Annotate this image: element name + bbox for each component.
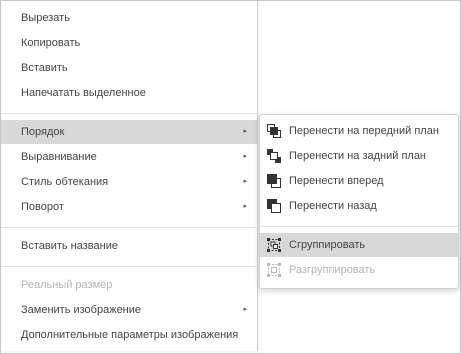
send-to-back-icon xyxy=(267,149,281,163)
menu-item-label: Заменить изображение xyxy=(21,304,142,316)
submenu-item-label: Перенести вперед xyxy=(289,175,384,187)
ungroup-icon xyxy=(267,263,281,277)
menu-item-label: Реальный размер xyxy=(21,279,113,291)
menu-item-label: Выравнивание xyxy=(21,151,97,163)
submenu-item-label: Перенести назад xyxy=(289,200,377,212)
submenu-item-send-backward[interactable]: Перенести назад xyxy=(260,194,458,218)
submenu-item-send-to-back[interactable]: Перенести на задний план xyxy=(260,144,458,168)
menu-item-replace-image[interactable]: Заменить изображение ▸ xyxy=(1,298,257,322)
menu-item-image-advanced-settings[interactable]: Дополнительные параметры изображения xyxy=(1,323,257,347)
menu-item-label: Поворот xyxy=(21,201,64,213)
submenu-item-bring-forward[interactable]: Перенести вперед xyxy=(260,169,458,193)
submenu-item-label: Перенести на передний план xyxy=(289,125,439,137)
submenu-arrow-icon: ▸ xyxy=(243,178,247,185)
send-backward-icon xyxy=(267,199,281,213)
menu-separator xyxy=(1,266,257,267)
bring-forward-icon xyxy=(267,174,281,188)
menu-item-label: Копировать xyxy=(21,37,81,49)
menu-item-copy[interactable]: Копировать xyxy=(1,31,257,55)
menu-item-align[interactable]: Выравнивание ▸ xyxy=(1,145,257,169)
submenu-arrow-icon: ▸ xyxy=(243,153,247,160)
menu-separator xyxy=(1,113,257,114)
submenu-item-group[interactable]: Сгруппировать xyxy=(260,233,458,257)
menu-item-label: Вставить xyxy=(21,62,68,74)
submenu-item-label: Перенести на задний план xyxy=(289,150,427,162)
arrange-submenu: Перенести на передний план Перенести на … xyxy=(259,114,459,289)
menu-item-label: Вставить название xyxy=(21,240,118,252)
menu-item-insert-caption[interactable]: Вставить название xyxy=(1,234,257,258)
menu-item-label: Стиль обтекания xyxy=(21,176,109,188)
submenu-separator xyxy=(260,226,458,227)
menu-item-rotate[interactable]: Поворот ▸ xyxy=(1,195,257,219)
submenu-arrow-icon: ▸ xyxy=(243,128,247,135)
menu-item-label: Вырезать xyxy=(21,12,70,24)
menu-item-paste[interactable]: Вставить xyxy=(1,56,257,80)
menu-separator xyxy=(1,227,257,228)
submenu-item-bring-to-front[interactable]: Перенести на передний план xyxy=(260,119,458,143)
menu-item-arrange[interactable]: Порядок ▸ xyxy=(1,120,257,144)
submenu-arrow-icon: ▸ xyxy=(243,306,247,313)
menu-item-actual-size: Реальный размер xyxy=(1,273,257,297)
submenu-item-label: Разгруппировать xyxy=(289,264,376,276)
menu-item-wrapping-style[interactable]: Стиль обтекания ▸ xyxy=(1,170,257,194)
submenu-item-label: Сгруппировать xyxy=(289,239,366,251)
menu-item-label: Порядок xyxy=(21,126,65,138)
menu-item-label: Дополнительные параметры изображения xyxy=(21,329,239,341)
group-icon xyxy=(267,238,281,252)
bring-to-front-icon xyxy=(267,124,281,138)
menu-item-cut[interactable]: Вырезать xyxy=(1,6,257,30)
context-menu: Вырезать Копировать Вставить Напечатать … xyxy=(1,1,258,351)
submenu-arrow-icon: ▸ xyxy=(243,203,247,210)
menu-item-print-selection[interactable]: Напечатать выделенное xyxy=(1,81,257,105)
submenu-item-ungroup: Разгруппировать xyxy=(260,258,458,282)
menu-item-label: Напечатать выделенное xyxy=(21,87,146,99)
